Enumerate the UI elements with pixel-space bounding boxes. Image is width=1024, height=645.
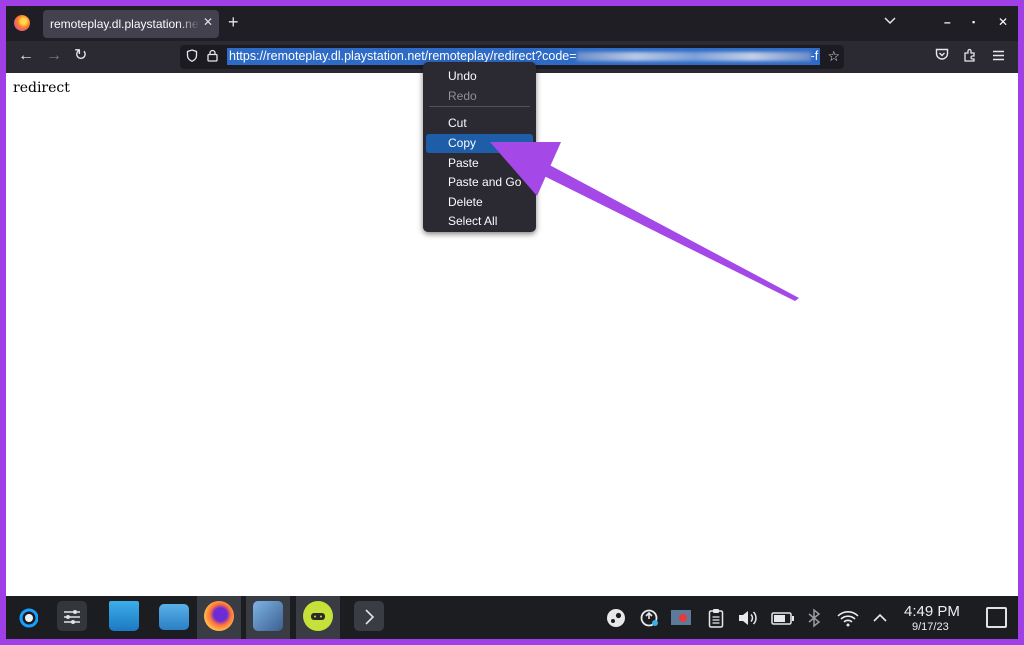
clock-date[interactable]: 9/17/23 — [912, 621, 949, 633]
dolphin-file-manager-icon[interactable] — [152, 596, 196, 639]
system-settings-icon[interactable] — [50, 596, 94, 639]
remote-play-icon[interactable] — [296, 596, 340, 639]
recording-icon[interactable] — [670, 608, 692, 633]
clock-time[interactable]: 4:49 PM — [904, 603, 960, 620]
volume-icon[interactable] — [737, 608, 759, 633]
update-icon[interactable] — [639, 608, 659, 633]
show-desktop-button[interactable] — [986, 607, 1007, 628]
steam-tray-icon[interactable] — [606, 608, 626, 633]
taskbar: 4:49 PM 9/17/23 — [6, 596, 1018, 639]
bluetooth-icon[interactable] — [807, 608, 821, 633]
wifi-icon[interactable] — [836, 608, 860, 633]
steam-deck-icon[interactable] — [6, 596, 50, 639]
firefox-icon[interactable] — [197, 596, 241, 639]
clipboard-icon[interactable] — [708, 608, 724, 633]
battery-icon[interactable] — [771, 608, 795, 633]
screen: remoteplay.dl.playstation.net/remoteplay… — [6, 6, 1018, 639]
annotation-arrow — [490, 142, 799, 301]
chiaki-icon[interactable] — [246, 596, 290, 639]
expand-tray-icon[interactable] — [872, 608, 888, 633]
discover-icon[interactable] — [102, 596, 146, 639]
more-icon[interactable] — [347, 596, 391, 639]
